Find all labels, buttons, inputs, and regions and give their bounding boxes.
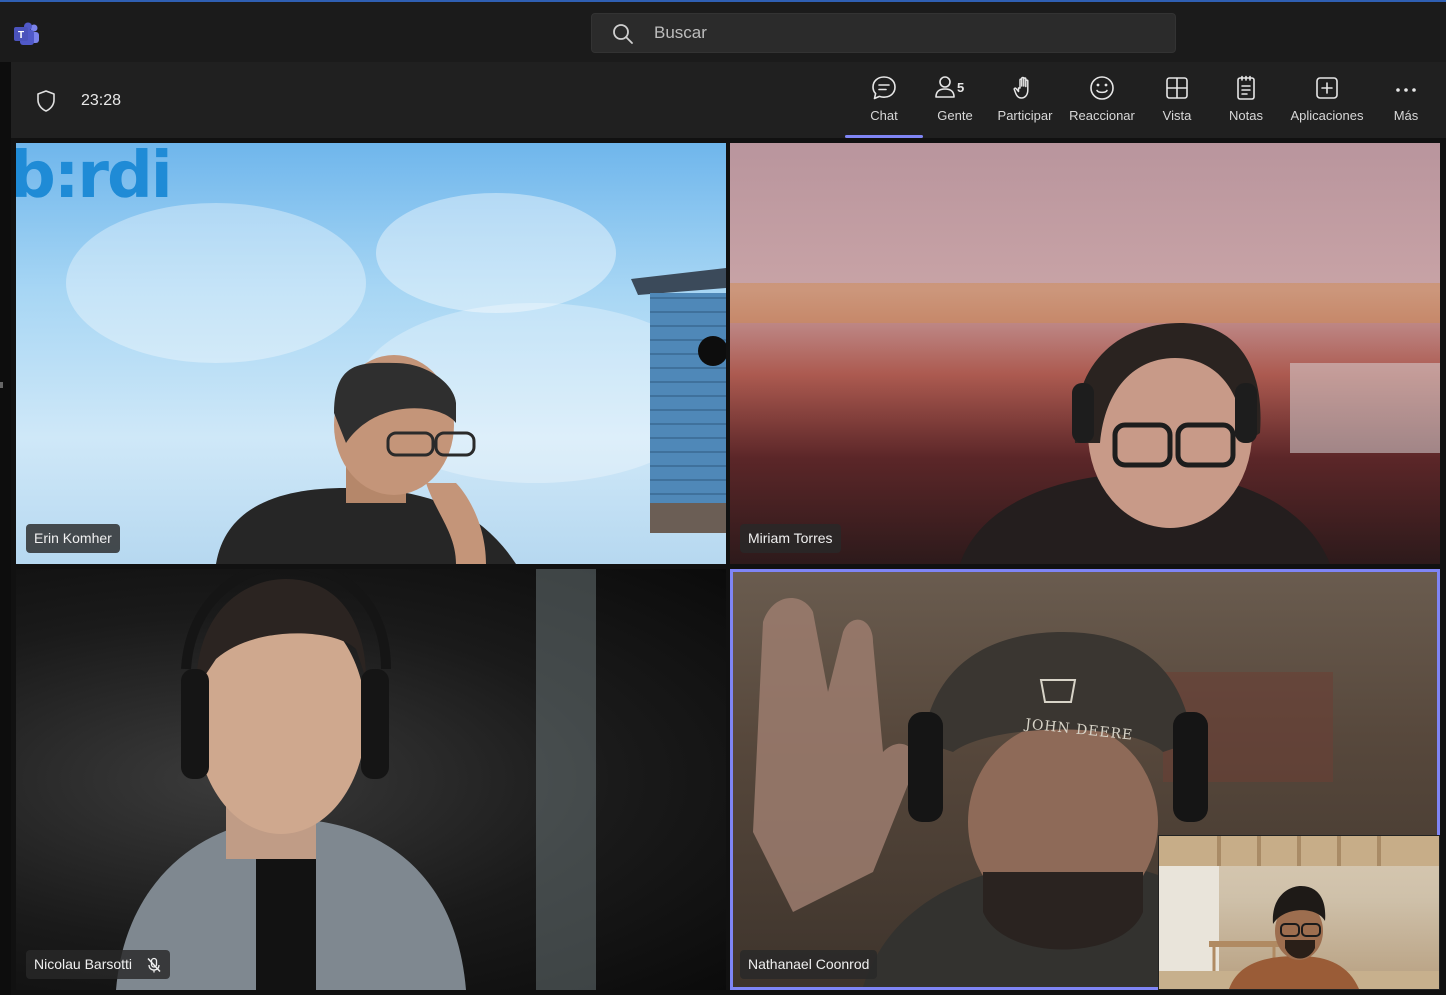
more-label: Más — [1393, 108, 1419, 123]
video-feed — [116, 569, 596, 990]
participant-name: Erin Komher — [26, 524, 120, 553]
apps-label: Aplicaciones — [1290, 108, 1364, 123]
search-icon — [613, 24, 633, 44]
notes-button[interactable]: Notas — [1224, 74, 1268, 134]
people-label: Gente — [937, 108, 973, 123]
video-stage: b:rdi Erin Komher Miriam Torres Nicolau … — [11, 138, 1446, 995]
notes-label: Notas — [1229, 108, 1263, 123]
smiley-icon — [1090, 76, 1114, 100]
meeting-toolbar: 23:28 Chat 5 Gente Participar Reaccionar — [11, 62, 1446, 138]
view-button[interactable]: Vista — [1156, 74, 1198, 134]
grid-view-icon — [1166, 77, 1188, 99]
participant-name: Nicolau Barsotti — [34, 956, 133, 972]
react-button[interactable]: Reaccionar — [1067, 74, 1137, 134]
react-label: Reaccionar — [1069, 108, 1135, 123]
mic-off-icon — [147, 958, 161, 973]
apps-button[interactable]: Aplicaciones — [1287, 74, 1367, 134]
view-label: Vista — [1162, 108, 1192, 123]
rail-handle[interactable] — [0, 382, 3, 388]
teams-logo-icon[interactable]: T — [14, 22, 40, 46]
shield-icon[interactable] — [36, 90, 56, 112]
raise-hand-button[interactable]: Participar — [995, 74, 1055, 134]
raise-hand-label: Participar — [997, 108, 1053, 123]
more-button[interactable]: Más — [1388, 74, 1424, 134]
video-tile-nicolau[interactable]: Nicolau Barsotti — [16, 569, 726, 990]
chat-button[interactable]: Chat — [845, 74, 923, 138]
participant-name: Miriam Torres — [740, 524, 841, 553]
more-options-icon — [1396, 88, 1416, 92]
participant-name: Nathanael Coonrod — [740, 950, 878, 979]
svg-text:T: T — [18, 30, 24, 41]
notes-icon — [1237, 75, 1255, 100]
search-input[interactable] — [654, 14, 1154, 52]
chat-icon — [872, 76, 896, 100]
company-logo: b:rdi — [16, 143, 173, 213]
raise-hand-icon — [1013, 76, 1029, 99]
self-view-tile[interactable] — [1158, 835, 1440, 990]
video-tile-miriam[interactable]: Miriam Torres — [730, 143, 1440, 564]
left-rail — [0, 62, 11, 995]
search-box[interactable] — [591, 13, 1176, 53]
add-app-icon — [1316, 77, 1338, 99]
video-feed — [730, 283, 1440, 564]
participant-name-tag: Nicolau Barsotti — [26, 950, 170, 979]
people-count-badge: 5 — [957, 80, 965, 95]
title-bar: T — [0, 2, 1446, 62]
chat-label: Chat — [870, 108, 898, 123]
video-tile-erin[interactable]: b:rdi Erin Komher — [16, 143, 726, 564]
people-button[interactable]: 5 Gente — [930, 74, 980, 134]
meeting-timer: 23:28 — [81, 92, 122, 109]
self-video-feed — [1159, 836, 1439, 989]
